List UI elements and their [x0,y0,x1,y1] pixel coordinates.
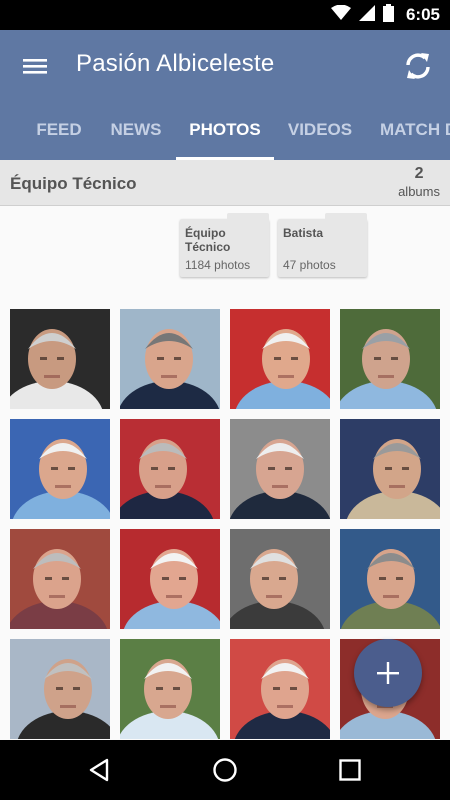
photo-thumbnail[interactable] [340,419,440,519]
battery-icon [382,3,394,27]
recents-button[interactable] [336,756,364,784]
status-time: 6:05 [405,5,440,24]
album-name: Batista [283,226,324,240]
photo-thumbnail[interactable] [120,529,220,629]
section-header: Équipo Técnico 2 albums [0,160,450,206]
album-name: Équipo Técnico [185,226,231,254]
photo-thumbnail[interactable] [120,419,220,519]
app-bar: Pasión Albiceleste FEED NEWS PHOTOS VIDE… [0,30,450,160]
photo-thumbnail[interactable] [230,419,330,519]
wifi-icon [330,4,351,26]
folder-tab [227,213,269,221]
tab-photos[interactable]: PHOTOS [176,104,274,160]
status-bar: 6:05 [0,0,450,30]
add-fab-button[interactable] [354,639,422,707]
recents-icon [339,759,361,781]
photo-thumbnail[interactable] [230,309,330,409]
tab-news[interactable]: NEWS [95,104,177,160]
signal-icon [358,4,375,26]
refresh-icon [406,53,430,79]
album-folder-equipo-tecnico[interactable]: Équipo Técnico 1184 photos [180,213,269,277]
menu-icon [23,59,47,74]
folder-tab [325,213,367,221]
photo-thumbnail[interactable] [10,419,110,519]
tab-bar: FEED NEWS PHOTOS VIDEOS MATCH D [0,104,450,160]
album-photo-count: 1184 photos [185,258,251,272]
photo-thumbnail[interactable] [10,529,110,629]
home-icon [213,758,237,782]
navigation-bar [0,740,450,800]
photo-thumbnail[interactable] [340,529,440,629]
plus-icon [377,662,399,684]
album-count-number: 2 [414,165,424,182]
section-title: Équipo Técnico [10,174,137,193]
album-folder-batista[interactable]: Batista 47 photos [278,213,367,277]
photo-thumbnail[interactable] [120,309,220,409]
photo-thumbnail[interactable] [230,639,330,739]
photo-thumbnail[interactable] [120,639,220,739]
menu-button[interactable] [20,54,50,78]
home-button[interactable] [211,756,239,784]
tab-videos[interactable]: VIDEOS [276,104,364,160]
album-count-label: albums [398,184,440,199]
photo-thumbnail[interactable] [10,639,110,739]
back-icon [89,758,109,782]
refresh-button[interactable] [400,48,436,84]
app-title: Pasión Albiceleste [76,50,275,77]
album-photo-count: 47 photos [283,258,336,272]
tab-match-day[interactable]: MATCH D [380,104,450,160]
album-count: 2 albums [398,165,440,199]
photo-thumbnail[interactable] [340,309,440,409]
photo-thumbnail[interactable] [10,309,110,409]
photo-thumbnail[interactable] [230,529,330,629]
back-button[interactable] [86,756,114,784]
status-icons: 6:05 [330,3,440,27]
